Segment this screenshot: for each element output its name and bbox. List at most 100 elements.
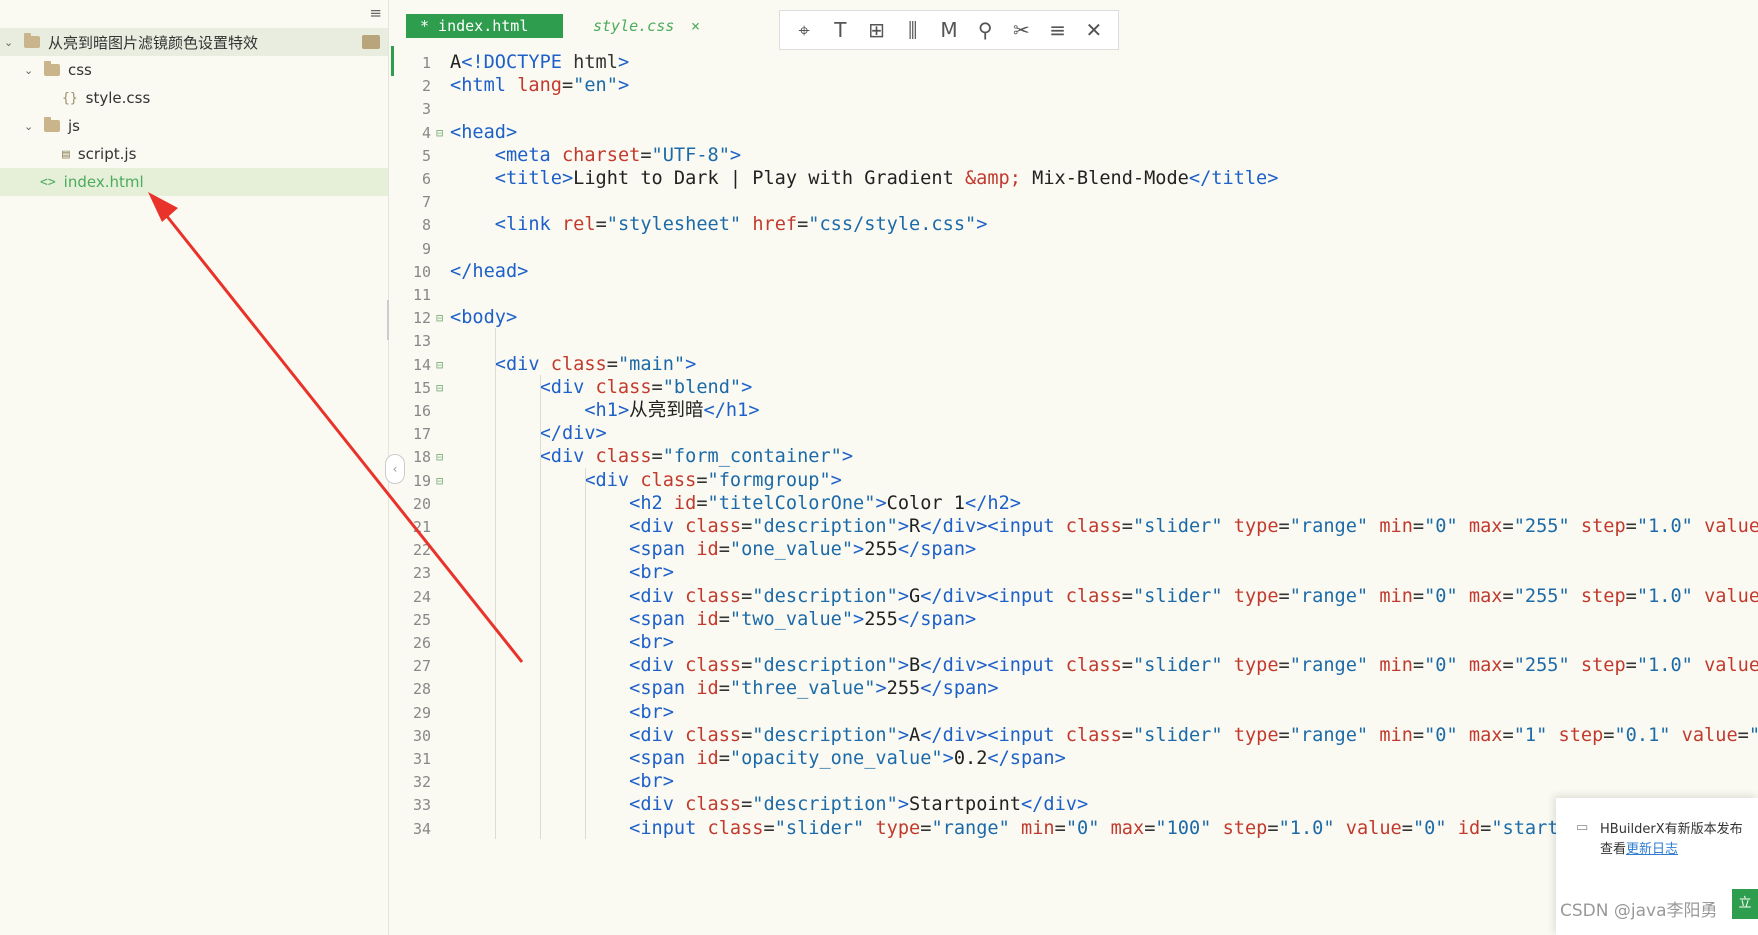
code-text: <br> <box>629 701 674 723</box>
fold-icon[interactable]: ⊟ <box>436 468 448 494</box>
line-number: 11 <box>412 286 431 304</box>
scissors-icon[interactable]: ✂ <box>1006 15 1036 45</box>
indent-guide <box>495 328 496 839</box>
m-icon[interactable]: M <box>934 15 964 45</box>
code-line[interactable]: 4 ⊟ <head> <box>391 120 1758 146</box>
html-file-icon: <> <box>40 174 56 190</box>
chevron-down-icon[interactable]: ⌄ <box>24 64 38 77</box>
code-line[interactable]: 32 <br> <box>391 769 1758 795</box>
code-text: <title>Light to Dark | Play with Gradien… <box>494 168 1279 189</box>
code-line[interactable]: 6 <title>Light to Dark | Play with Gradi… <box>391 166 1758 192</box>
explorer-menu-icon[interactable]: ≡ <box>369 6 382 21</box>
code-line[interactable]: 34 <input class="slider" type="range" mi… <box>391 816 1758 842</box>
line-number: 12 <box>412 309 431 328</box>
code-line[interactable]: 26 <br> <box>391 630 1758 656</box>
code-line[interactable]: 18 ⊟ <div class="form_container"> <box>391 444 1758 470</box>
line-number: 26 <box>412 634 431 652</box>
code-text: <html lang="en"> <box>450 75 630 97</box>
code-text: <link rel="stylesheet" href="css/style.c… <box>494 214 988 236</box>
code-line[interactable]: 3 <box>391 96 1758 122</box>
chevron-down-icon[interactable]: ⌄ <box>24 120 38 133</box>
fold-icon[interactable]: ⊟ <box>436 375 448 401</box>
code-text: <div class="description">A</div><input c… <box>629 724 1758 746</box>
fold-icon[interactable]: ⊟ <box>436 120 448 146</box>
columns-icon[interactable]: ⫼ <box>898 15 928 45</box>
line-number: 7 <box>421 193 431 212</box>
tab-index-html[interactable]: * index.html <box>406 14 563 38</box>
code-text: <span id="two_value">255</span> <box>629 608 977 630</box>
code-line[interactable]: 1 A<!DOCTYPE html> <box>391 50 1758 76</box>
splitter[interactable] <box>387 300 389 340</box>
code-line[interactable]: 19 ⊟ <div class="formgroup"> <box>391 468 1758 494</box>
code-line[interactable]: 24 <div class="description">G</div><inpu… <box>391 584 1758 610</box>
code-line[interactable]: 28 <span id="three_value">255</span> <box>391 676 1758 702</box>
code-line[interactable]: 5 <meta charset="UTF-8"> <box>391 143 1758 169</box>
line-number: 24 <box>412 587 431 606</box>
close-icon[interactable]: ✕ <box>1079 15 1109 45</box>
code-line[interactable]: 9 <box>391 236 1758 262</box>
code-line[interactable]: 2 <html lang="en"> <box>391 73 1758 99</box>
changelog-link[interactable]: 更新日志 <box>1626 842 1678 857</box>
code-text: <body> <box>450 307 518 329</box>
tree-item-label: style.css <box>85 89 151 107</box>
text-cursor-icon[interactable]: T <box>825 15 855 45</box>
code-line[interactable]: 31 <span id="opacity_one_value">0.2</spa… <box>391 746 1758 772</box>
menu-icon[interactable]: ≡ <box>1043 15 1073 45</box>
code-text: <br> <box>629 771 674 793</box>
message-icon: ▭ <box>1576 820 1589 835</box>
code-text: <h1>从亮到暗</h1> <box>584 400 760 421</box>
code-line[interactable]: 17 </div> <box>391 421 1758 447</box>
tree-item-script-js[interactable]: ▤ script.js <box>0 140 388 168</box>
code-text: <br> <box>629 562 674 584</box>
line-number: 8 <box>421 216 431 235</box>
code-line[interactable]: 25 <span id="two_value">255</span> <box>391 607 1758 633</box>
tab-close-icon[interactable]: × <box>691 14 700 38</box>
line-number: 33 <box>412 796 431 815</box>
code-line[interactable]: 13 <box>391 328 1758 354</box>
tree-item-css[interactable]: ⌄ css <box>0 56 388 84</box>
line-number: 20 <box>412 494 431 513</box>
tree-item-label: css <box>68 61 92 79</box>
grid-icon[interactable]: ⊞ <box>862 15 892 45</box>
tree-item-style-css[interactable]: {} style.css <box>0 84 388 112</box>
code-line[interactable]: 14 ⊟ <div class="main"> <box>391 352 1758 378</box>
search-icon[interactable]: ⚲ <box>970 15 1000 45</box>
code-line[interactable]: 33 <div class="description">Startpoint</… <box>391 792 1758 818</box>
code-line[interactable]: 27 <div class="description">B</div><inpu… <box>391 653 1758 679</box>
code-line[interactable]: 29 <br> <box>391 700 1758 726</box>
code-line[interactable]: 15 ⊟ <div class="blend"> <box>391 375 1758 401</box>
chevron-down-icon[interactable]: ⌄ <box>4 36 18 49</box>
code-text: <input class="slider" type="range" min="… <box>629 817 1581 839</box>
fold-icon[interactable]: ⊟ <box>436 352 448 378</box>
open-folder-icon[interactable] <box>362 35 380 49</box>
code-line[interactable]: 8 <link rel="stylesheet" href="css/style… <box>391 212 1758 238</box>
tree-item-js[interactable]: ⌄ js <box>0 112 388 140</box>
line-number: 27 <box>412 657 431 676</box>
fold-icon[interactable]: ⊟ <box>436 444 448 470</box>
project-root[interactable]: ⌄ 从亮到暗图片滤镜颜色设置特效 <box>0 28 388 56</box>
code-line[interactable]: 10 </head> <box>391 259 1758 285</box>
tree-item-index-html[interactable]: <> index.html <box>0 168 388 196</box>
crosshair-icon[interactable]: ⌖ <box>789 15 819 45</box>
editor-toolbar: ⌖ T ⊞ ⫼ M ⚲ ✂ ≡ ✕ <box>779 10 1119 50</box>
code-text: <div class="form_container"> <box>539 446 854 468</box>
code-text: A<!DOCTYPE html> <box>450 52 630 73</box>
update-button[interactable]: 立 <box>1732 889 1758 919</box>
code-line[interactable]: 16 <h1>从亮到暗</h1> <box>391 398 1758 424</box>
code-line[interactable]: 11 <box>391 282 1758 308</box>
code-text: <meta charset="UTF-8"> <box>494 144 742 166</box>
tab-style-css[interactable]: style.css <box>593 14 674 38</box>
code-line[interactable]: 22 <span id="one_value">255</span> <box>391 537 1758 563</box>
code-line[interactable]: 12 ⊟ <body> <box>391 305 1758 331</box>
code-line[interactable]: 30 <div class="description">A</div><inpu… <box>391 723 1758 749</box>
code-line[interactable]: 21 <div class="description">R</div><inpu… <box>391 514 1758 540</box>
line-number: 32 <box>412 773 431 792</box>
code-line[interactable]: 7 <box>391 189 1758 215</box>
js-file-icon: ▤ <box>62 146 70 162</box>
notification-link-row: 查看更新日志 <box>1600 838 1678 857</box>
fold-icon[interactable]: ⊟ <box>436 305 448 331</box>
code-editor[interactable]: * index.html style.css × ⌖ T ⊞ ⫼ M ⚲ ✂ ≡ ✕ ‹ 1 A<… <box>385 0 1758 935</box>
code-line[interactable]: 23 <br> <box>391 560 1758 586</box>
code-text: <div class="formgroup"> <box>584 469 842 491</box>
code-line[interactable]: 20 <h2 id="titelColorOne">Color 1</h2> <box>391 491 1758 517</box>
